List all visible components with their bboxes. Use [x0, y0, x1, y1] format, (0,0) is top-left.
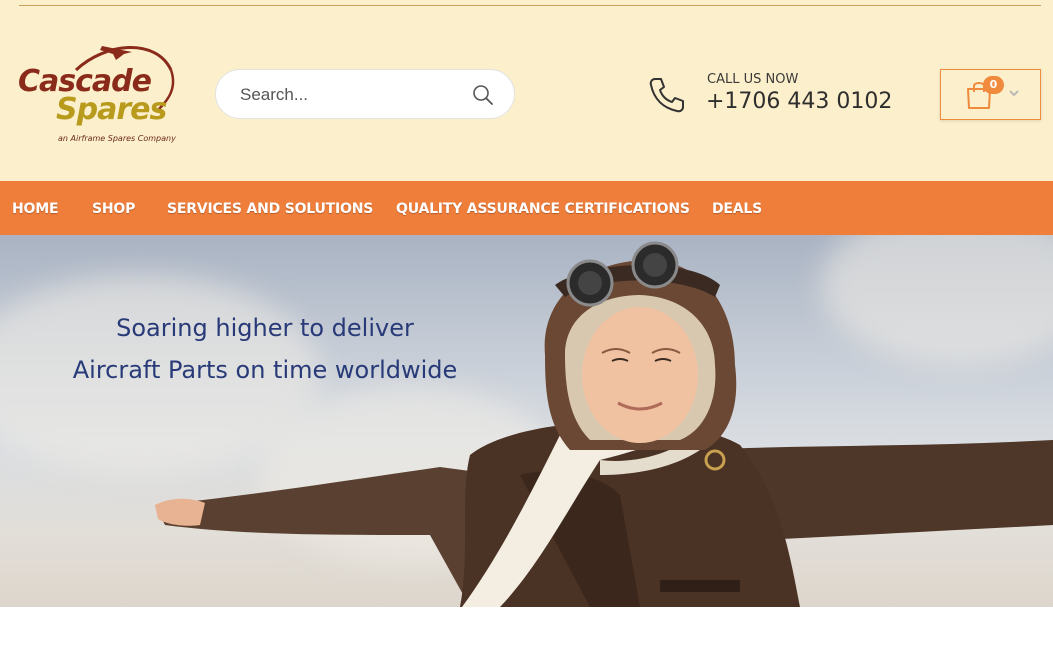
- cart-button[interactable]: 0: [940, 69, 1041, 120]
- cart-count-badge: 0: [983, 76, 1004, 94]
- nav-item-quality-assurance-certifications[interactable]: QUALITY ASSURANCE CERTIFICATIONS: [396, 201, 690, 217]
- top-divider: [19, 5, 1041, 6]
- hero-banner: Soaring higher to deliver Aircraft Parts…: [0, 235, 1053, 607]
- chevron-down-icon: [1009, 90, 1019, 97]
- phone-icon: [649, 78, 684, 113]
- logo-tagline: an Airframe Spares Company: [58, 134, 176, 143]
- nav-item-home[interactable]: HOME: [12, 201, 59, 217]
- hero-headline-line1: Soaring higher to deliver: [116, 314, 414, 342]
- nav-item-deals[interactable]: DEALS: [712, 201, 762, 217]
- search-input[interactable]: [240, 82, 460, 108]
- brand-logo[interactable]: Cascade Spares an Airframe Spares Compan…: [16, 40, 186, 148]
- search-icon: [473, 85, 493, 105]
- nav-item-shop[interactable]: SHOP: [92, 201, 135, 217]
- search-button[interactable]: [468, 82, 498, 108]
- aviator-child-image: [155, 241, 1053, 607]
- main-navigation: HOME SHOP SERVICES AND SOLUTIONS QUALITY…: [0, 181, 1053, 235]
- phone-number[interactable]: +1706 443 0102: [706, 89, 892, 114]
- logo-word-spares: Spares: [56, 92, 167, 127]
- search-box: [215, 69, 515, 119]
- site-header: Cascade Spares an Airframe Spares Compan…: [0, 0, 1053, 181]
- nav-item-services-and-solutions[interactable]: SERVICES AND SOLUTIONS: [167, 201, 373, 217]
- hero-headline-line2: Aircraft Parts on time worldwide: [72, 356, 458, 384]
- call-us-label: CALL US NOW: [707, 72, 799, 87]
